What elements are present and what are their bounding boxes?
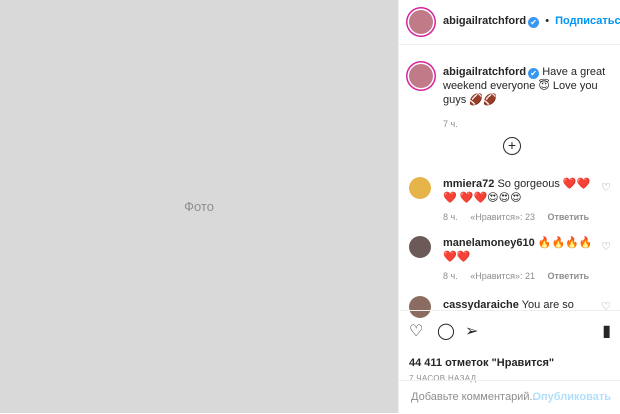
comment-input[interactable] <box>409 390 553 404</box>
caption-avatar[interactable] <box>409 64 433 88</box>
comment-username[interactable]: mmiera72 <box>443 178 494 190</box>
comment-username[interactable]: manelamoney610 <box>443 237 535 249</box>
caption-username[interactable]: abigailratchford <box>443 66 526 78</box>
comment-avatar[interactable] <box>409 236 431 258</box>
load-more-comments-button[interactable]: + <box>503 137 521 155</box>
publish-button[interactable]: Опубликовать <box>532 391 611 403</box>
follow-button[interactable]: Подписаться <box>555 15 620 27</box>
comment-item: manelamoney610 🔥🔥🔥🔥 ❤️❤️ 8 ч. «Нравится»… <box>443 236 603 283</box>
comment-avatar[interactable] <box>409 177 431 199</box>
comment-item: mmiera72 So gorgeous ❤️❤️❤️ ❤️❤️😍😍😍 8 ч.… <box>443 177 603 224</box>
comment-time[interactable]: 8 ч. <box>443 271 458 281</box>
header-username[interactable]: abigailratchford <box>443 15 526 27</box>
post-media[interactable]: Фото <box>0 0 398 413</box>
verified-icon: ✔ <box>528 17 540 28</box>
comment-icon[interactable]: ◯ <box>437 321 455 341</box>
reply-button[interactable]: Ответить <box>547 212 589 222</box>
post-side-panel: abigailratchford ✔ • Подписаться abigailr… <box>398 0 620 413</box>
caption-time[interactable]: 7 ч. <box>443 117 611 131</box>
comment-meta: 8 ч. «Нравится»: 21 Ответить <box>443 269 603 283</box>
comment-text: You are so <box>521 299 574 310</box>
post-header: abigailratchford ✔ • Подписаться <box>399 0 620 45</box>
comment-username[interactable]: cassydaraiche <box>443 299 519 310</box>
like-icon[interactable]: ♡ <box>409 321 423 341</box>
share-icon[interactable]: ➢ <box>465 321 478 341</box>
comment-like-icon[interactable]: ♡ <box>601 181 611 194</box>
likes-count[interactable]: 44 411 отметок "Нравится" <box>409 357 554 369</box>
save-icon[interactable]: ▮ <box>602 321 611 341</box>
comment-like-icon[interactable]: ♡ <box>601 240 611 253</box>
header-dot-separator: • <box>545 15 550 27</box>
add-comment-bar: Опубликовать <box>399 380 620 414</box>
reply-button[interactable]: Ответить <box>547 271 589 281</box>
comment-meta: 8 ч. «Нравится»: 23 Ответить <box>443 210 603 224</box>
comment-likes[interactable]: «Нравится»: 23 <box>470 212 535 222</box>
author-avatar[interactable] <box>409 10 433 34</box>
caption-verified-icon: ✔ <box>528 68 540 79</box>
caption-block: abigailratchford ✔ Have a great weekend e… <box>443 65 611 131</box>
header-user-row: abigailratchford ✔ • Подписаться <box>443 15 620 28</box>
media-placeholder-label: Фото <box>184 199 214 214</box>
comment-item: cassydaraiche You are so <box>443 298 603 310</box>
comment-likes[interactable]: «Нравится»: 21 <box>470 271 535 281</box>
comment-time[interactable]: 8 ч. <box>443 212 458 222</box>
